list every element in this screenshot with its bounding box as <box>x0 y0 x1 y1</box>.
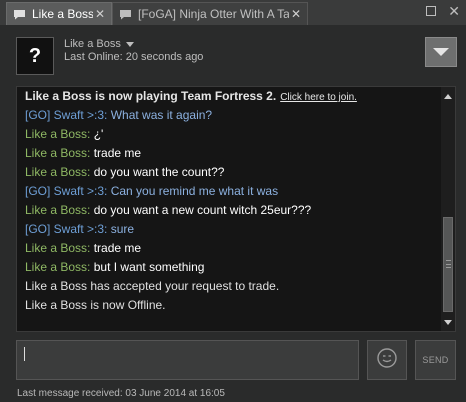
friend-status: Last Online: 20 seconds ago <box>64 51 204 63</box>
chat-message: [GO] Swaft >:3: What was it again? <box>25 106 440 125</box>
sender-name: Like a Boss <box>25 260 88 274</box>
chat-message: Like a Boss: but I want something <box>25 258 440 277</box>
friend-name: Like a Boss <box>64 38 121 50</box>
chat-message: Like a Boss: do you want the count?? <box>25 163 440 182</box>
chat-bubble-icon <box>119 9 132 20</box>
sender-name: Like a Boss <box>25 203 88 217</box>
sender-name: Like a Boss <box>25 146 88 160</box>
chat-message: Like a Boss: trade me <box>25 144 440 163</box>
notice-line: Like a Boss is now Offline. <box>25 298 166 312</box>
message-text: do you want a new count witch 25eur??? <box>93 203 312 217</box>
message-text: but I want something <box>93 260 205 274</box>
scrollbar-thumb[interactable] <box>443 217 453 312</box>
sender-separator: : <box>104 222 111 236</box>
chevron-down-icon <box>433 48 449 56</box>
tab-like-a-boss[interactable]: Like a Boss ✕ <box>6 2 112 25</box>
chat-log[interactable]: Like a Boss is now playing Team Fortress… <box>16 86 456 332</box>
avatar[interactable]: ? <box>16 37 54 75</box>
message-text: What was it again? <box>110 108 213 122</box>
tab-label: Like a Boss <box>32 7 93 21</box>
chat-message: [GO] Swaft >:3: Can you remind me what i… <box>25 182 440 201</box>
chat-scrollbar[interactable] <box>441 87 455 331</box>
sender-name: Like a Boss <box>25 127 88 141</box>
emoticon-button[interactable] <box>367 340 407 380</box>
friend-name-dropdown[interactable]: Like a Boss <box>64 38 134 50</box>
scroll-up-button[interactable] <box>441 89 455 103</box>
tab-close-button[interactable]: ✕ <box>289 7 303 21</box>
sender-separator: : <box>87 165 94 179</box>
message-text: Can you remind me what it was <box>110 184 279 198</box>
message-text: ¿' <box>93 127 104 141</box>
notice-line: Like a Boss has accepted your request to… <box>25 279 280 293</box>
chat-message: [GO] Swaft >:3: sure <box>25 220 440 239</box>
sender-separator: : <box>87 146 94 160</box>
tab-label: [FoGA] Ninja Otter With A Taco <box>138 7 289 21</box>
arrow-down-icon <box>444 319 452 325</box>
system-text: Like a Boss is now playing Team Fortress… <box>25 89 277 103</box>
sender-name: [GO] Swaft >:3 <box>25 222 105 236</box>
text-cursor <box>24 347 25 361</box>
friend-header: ? Like a Boss Last Online: 20 seconds ag… <box>0 25 466 85</box>
message-text: trade me <box>93 146 142 160</box>
sender-separator: : <box>87 203 94 217</box>
sender-separator: : <box>87 241 94 255</box>
chat-message: Like a Boss: do you want a new count wit… <box>25 201 440 220</box>
sender-separator: : <box>87 260 94 274</box>
tab-bar: Like a Boss ✕ [FoGA] Ninja Otter With A … <box>0 0 466 25</box>
system-message: Like a Boss is now playing Team Fortress… <box>25 87 440 106</box>
join-game-link[interactable]: Click here to join. <box>280 92 357 103</box>
emoticon-icon <box>376 347 398 374</box>
chat-lines: Like a Boss is now playing Team Fortress… <box>25 87 440 315</box>
arrow-up-icon <box>444 93 452 99</box>
sender-name: Like a Boss <box>25 165 88 179</box>
sender-name: [GO] Swaft >:3 <box>25 184 105 198</box>
chat-message: Like a Boss: ¿' <box>25 125 440 144</box>
window-close-button[interactable]: ✕ <box>448 3 460 20</box>
message-text: sure <box>110 222 135 236</box>
sender-separator: : <box>104 108 111 122</box>
sender-separator: : <box>87 127 94 141</box>
sender-name: Like a Boss <box>25 241 88 255</box>
maximize-icon[interactable] <box>426 6 436 16</box>
last-message-status: Last message received: 03 June 2014 at 1… <box>17 388 225 399</box>
chat-bubble-icon <box>13 9 26 20</box>
tab-close-button[interactable]: ✕ <box>93 7 107 21</box>
scroll-down-button[interactable] <box>441 315 455 329</box>
chat-message: Like a Boss: trade me <box>25 239 440 258</box>
message-text: trade me <box>93 241 142 255</box>
message-input[interactable] <box>16 340 359 380</box>
tab-ninja-otter[interactable]: [FoGA] Ninja Otter With A Taco ✕ <box>112 2 308 25</box>
sender-name: [GO] Swaft >:3 <box>25 108 105 122</box>
caret-down-icon <box>125 41 134 47</box>
message-text: do you want the count?? <box>93 165 225 179</box>
grip-icon <box>446 260 451 268</box>
sender-separator: : <box>104 184 111 198</box>
send-button[interactable]: SEND <box>415 340 456 380</box>
chat-options-button[interactable] <box>425 37 457 67</box>
